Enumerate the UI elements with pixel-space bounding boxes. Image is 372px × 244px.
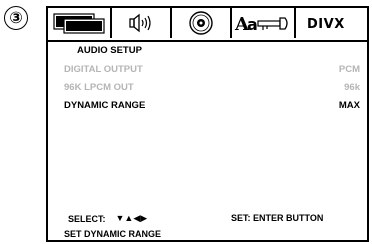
select-label: SELECT: <box>68 213 106 224</box>
navigation-arrows-icon: ▼▲◀▶ <box>115 213 148 223</box>
disc-icon <box>189 11 213 35</box>
tab-divx[interactable]: DIVX <box>296 8 367 38</box>
help-select-hint: SELECT: ▼▲◀▶ <box>68 213 147 224</box>
setting-row-dynamic-range[interactable]: DYNAMIC RANGE MAX <box>64 100 360 118</box>
setting-row-digital-output: DIGITAL OUTPUT PCM <box>64 64 360 82</box>
tab-audio[interactable] <box>112 8 172 38</box>
tab-disc[interactable] <box>172 8 232 38</box>
tab-general[interactable] <box>48 8 112 38</box>
language-key-icon: A a <box>234 14 288 35</box>
divx-logo-icon: DIVX <box>307 17 351 32</box>
tab-language-lock[interactable]: A a <box>232 8 296 38</box>
settings-list: DIGITAL OUTPUT PCM 96K LPCM OUT 96k DYNA… <box>64 64 360 118</box>
menu-title: AUDIO SETUP <box>77 45 142 56</box>
setup-menu-panel: A a DIVX AUDIO SETUP DIGITAL OUTPUT PCM … <box>46 6 369 242</box>
help-set-hint: SET: ENTER BUTTON <box>231 213 324 223</box>
speaker-icon <box>129 13 151 33</box>
setting-label: DYNAMIC RANGE <box>64 100 146 111</box>
setting-row-96k-lpcm-out: 96K LPCM OUT 96k <box>64 82 360 100</box>
status-message: SET DYNAMIC RANGE <box>64 229 162 239</box>
setting-value: PCM <box>338 64 360 75</box>
step-number-badge: ③ <box>4 6 28 30</box>
setting-value: 96k <box>344 82 360 93</box>
setting-label: DIGITAL OUTPUT <box>64 64 143 75</box>
setup-screen: ③ A a DIVX AUDIO SETUP DIGITAL OUTPUT PC… <box>0 0 372 244</box>
svg-text:DIVX: DIVX <box>307 17 345 32</box>
setup-tab-bar: A a DIVX <box>48 8 367 42</box>
setting-value[interactable]: MAX <box>339 100 360 111</box>
monitor-layers-icon <box>53 13 105 34</box>
svg-text:a: a <box>247 15 258 34</box>
setting-label: 96K LPCM OUT <box>64 82 134 93</box>
